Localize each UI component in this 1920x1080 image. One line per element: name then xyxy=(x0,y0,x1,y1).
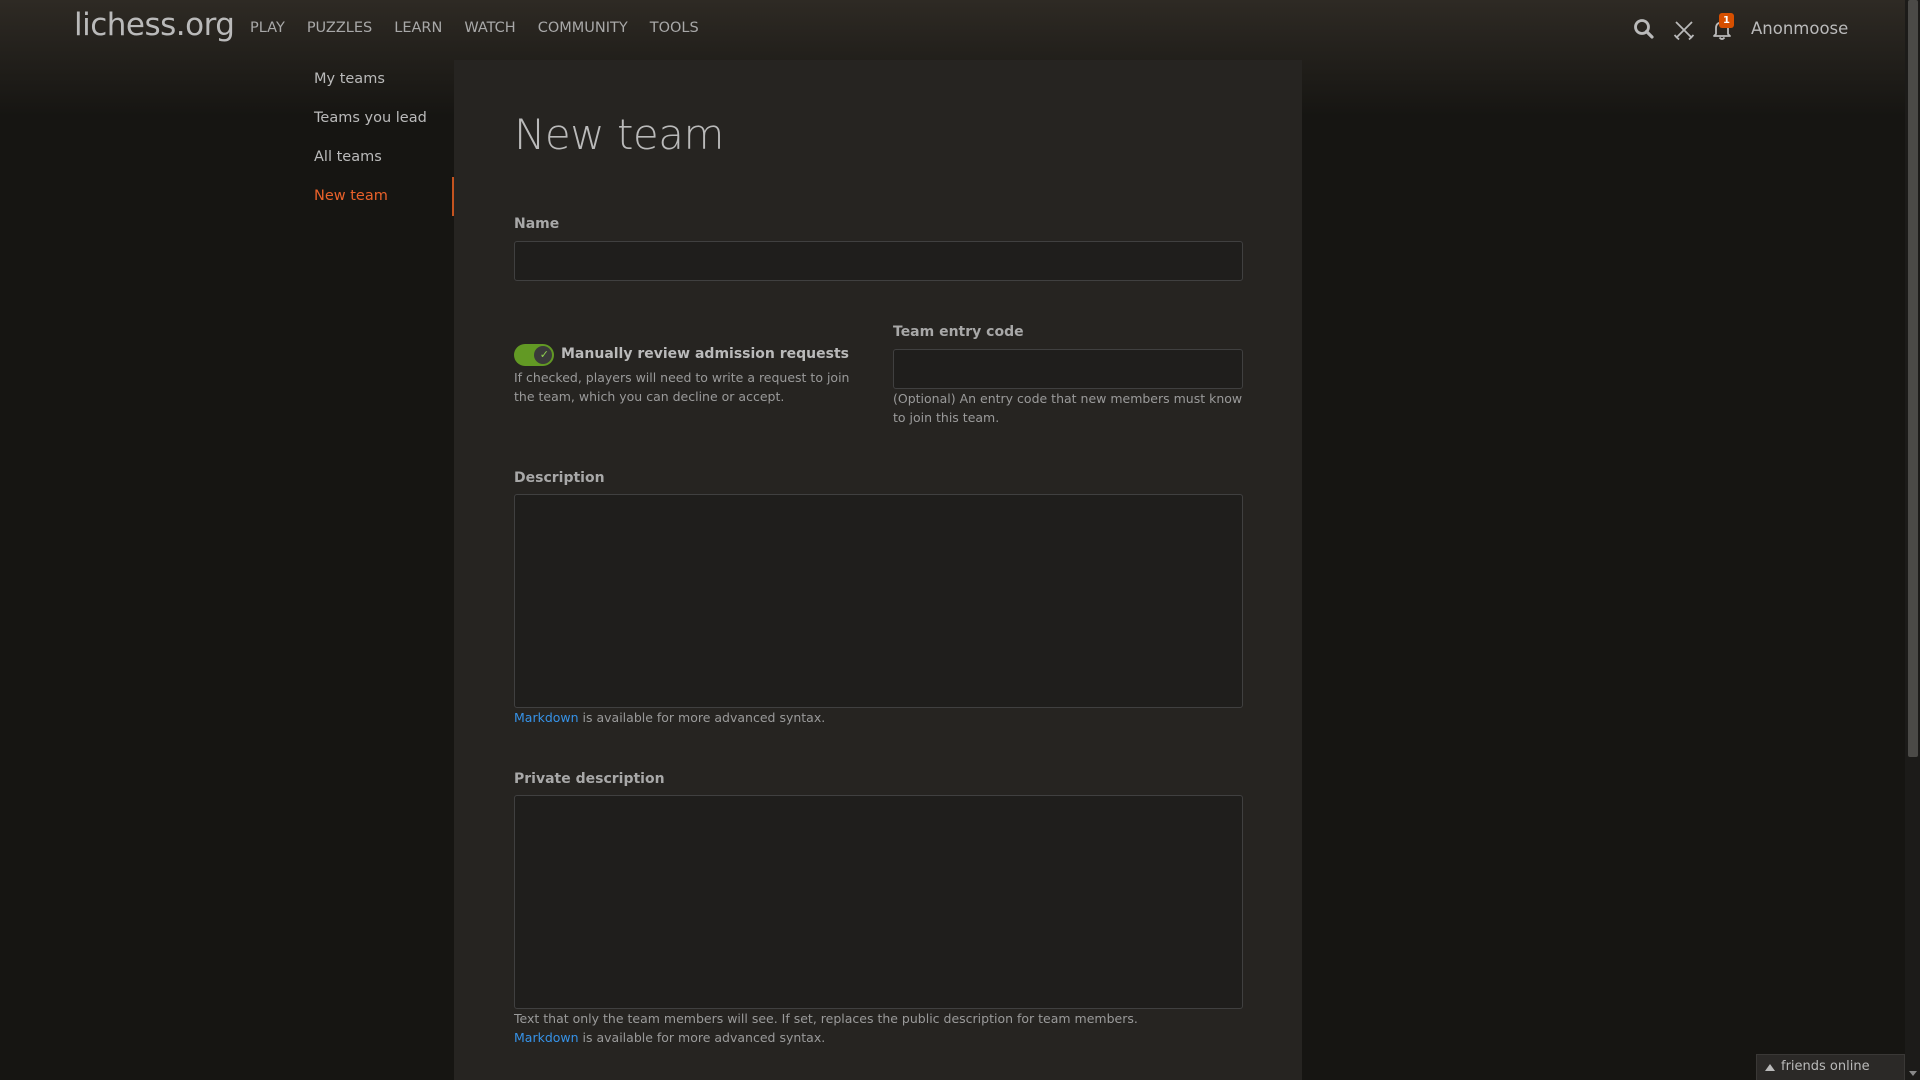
search-icon[interactable] xyxy=(1633,18,1659,44)
manual-review-label: Manually review admission requests xyxy=(561,346,850,362)
scroll-down-arrow-icon[interactable] xyxy=(1909,1071,1917,1076)
manual-review-help: If checked, players will need to write a… xyxy=(514,370,850,404)
sidebar-item-teams-you-lead[interactable]: Teams you lead xyxy=(300,99,454,138)
entry-code-input[interactable] xyxy=(893,349,1243,389)
name-label: Name xyxy=(514,216,560,232)
entry-code-label: Team entry code xyxy=(893,324,1024,340)
nav-puzzles[interactable]: PUZZLES xyxy=(307,20,372,36)
team-sidebar: My teams Teams you lead All teams New te… xyxy=(300,60,454,216)
markdown-link[interactable]: Markdown xyxy=(514,1030,579,1045)
notification-badge: 1 xyxy=(1719,13,1734,28)
nav-play[interactable]: PLAY xyxy=(250,20,285,36)
sidebar-item-all-teams[interactable]: All teams xyxy=(300,138,454,177)
new-team-form: New team Name ✓ Manually review admissio… xyxy=(454,60,1302,1080)
markdown-help-text: is available for more advanced syntax. xyxy=(578,1030,826,1045)
page-title: New team xyxy=(514,110,724,159)
top-bar: lichess.org PLAY PUZZLES LEARN WATCH COM… xyxy=(0,0,1905,60)
friends-online-label: friends online xyxy=(1781,1059,1870,1074)
expand-up-icon xyxy=(1765,1064,1775,1071)
sidebar-item-new-team[interactable]: New team xyxy=(300,177,454,216)
main-nav: PLAY PUZZLES LEARN WATCH COMMUNITY TOOLS xyxy=(250,20,699,36)
description-markdown-help: Markdown is available for more advanced … xyxy=(514,709,1243,728)
crossed-swords-icon[interactable] xyxy=(1673,19,1699,45)
manual-review-toggle[interactable]: ✓ xyxy=(514,344,554,366)
private-markdown-help: Markdown is available for more advanced … xyxy=(514,1029,1243,1048)
name-input[interactable] xyxy=(514,241,1243,281)
nav-learn[interactable]: LEARN xyxy=(394,20,442,36)
private-description-help: Text that only the team members will see… xyxy=(514,1011,1138,1026)
site-logo[interactable]: lichess.org xyxy=(74,7,235,43)
scrollbar-thumb[interactable] xyxy=(1908,0,1918,757)
private-description-label: Private description xyxy=(514,771,665,787)
nav-community[interactable]: COMMUNITY xyxy=(538,20,628,36)
private-description-textarea[interactable] xyxy=(514,795,1243,1009)
sidebar-item-my-teams[interactable]: My teams xyxy=(300,60,454,99)
markdown-link[interactable]: Markdown xyxy=(514,710,579,725)
nav-watch[interactable]: WATCH xyxy=(464,20,515,36)
entry-code-help: (Optional) An entry code that new member… xyxy=(893,391,1243,425)
page-scrollbar[interactable] xyxy=(1905,0,1920,1080)
nav-tools[interactable]: TOOLS xyxy=(650,20,699,36)
user-menu[interactable]: Anonmoose xyxy=(1751,19,1848,38)
description-textarea[interactable] xyxy=(514,494,1243,708)
description-label: Description xyxy=(514,470,605,486)
check-icon: ✓ xyxy=(539,348,549,361)
markdown-help-text: is available for more advanced syntax. xyxy=(578,710,826,725)
friends-online-button[interactable]: friends online xyxy=(1756,1054,1905,1080)
